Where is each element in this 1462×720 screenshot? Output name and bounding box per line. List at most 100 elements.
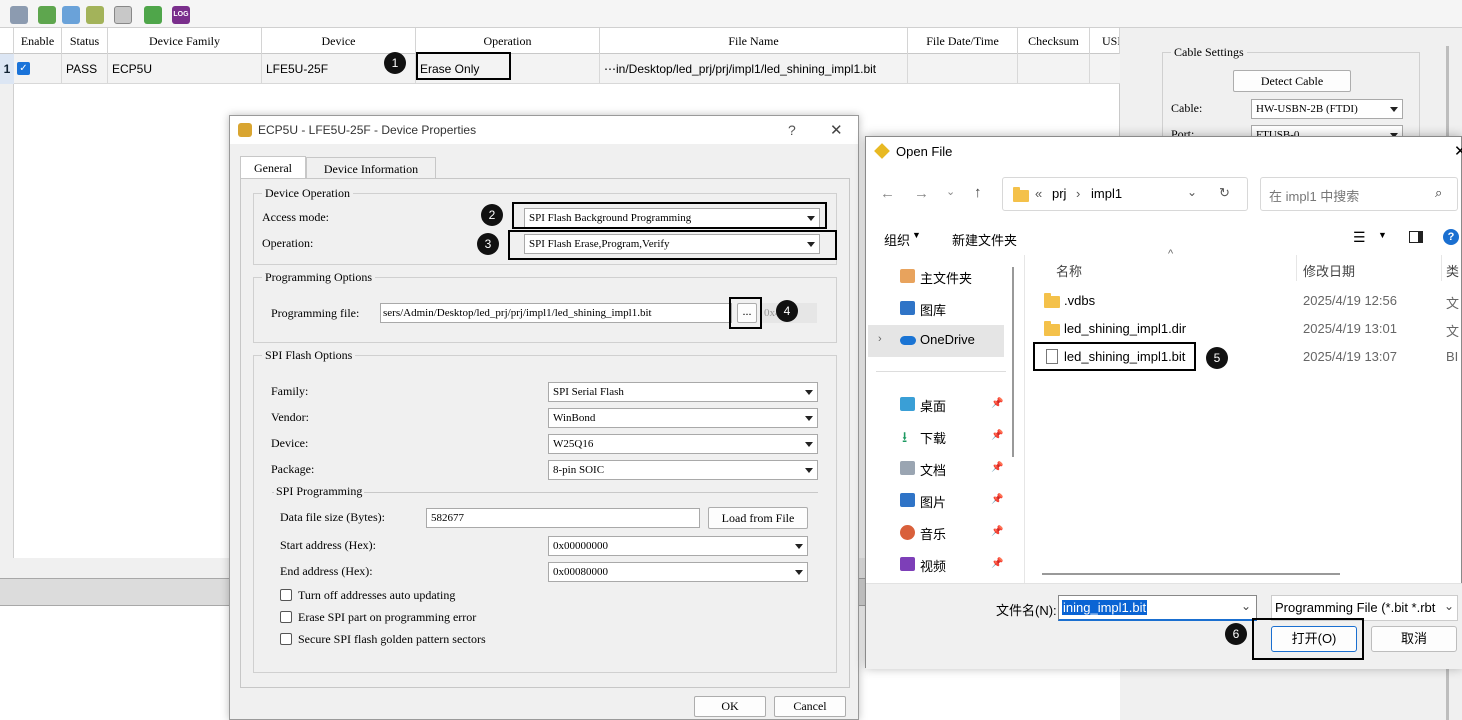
vendor-select[interactable]: WinBond [548, 408, 818, 428]
pin-icon: 📌 [991, 558, 1004, 569]
file-date: 2025/4/19 13:01 [1303, 321, 1397, 336]
nav-item-music[interactable]: 音乐 [920, 524, 946, 543]
preview-pane-icon[interactable] [1409, 231, 1423, 243]
status-cell: PASS [62, 54, 108, 84]
nav-item-downloads[interactable]: 下载 [920, 428, 946, 447]
cancel-button[interactable]: 取消 [1371, 626, 1457, 652]
breadcrumb-prj[interactable]: prj [1052, 186, 1066, 201]
detect-cable-button[interactable]: Detect Cable [1233, 70, 1351, 92]
col-file-name[interactable]: File Name [600, 28, 908, 54]
end-address-select[interactable]: 0x00080000 [548, 562, 808, 582]
dialog-titlebar[interactable]: ECP5U - LFE5U-25F - Device Properties ? … [230, 116, 858, 144]
enable-checkbox[interactable]: ✓ [17, 62, 30, 75]
nav-item-gallery[interactable]: 图库 [920, 300, 946, 319]
list-item[interactable]: .vdbs 2025/4/19 12:56 文 [1038, 287, 1462, 315]
refresh-icon[interactable]: ↻ [1219, 185, 1230, 201]
organize-button[interactable]: 组织 [884, 230, 910, 249]
list-item[interactable]: led_shining_impl1.dir 2025/4/19 13:01 文 [1038, 315, 1462, 343]
warning-icon[interactable] [114, 6, 132, 24]
col-device-family[interactable]: Device Family [108, 28, 262, 54]
chevron-down-icon[interactable]: ⌄ [1241, 599, 1251, 613]
vendor-value: WinBond [553, 412, 596, 424]
new-folder-button[interactable]: 新建文件夹 [952, 230, 1017, 249]
address-bar[interactable]: « prj › impl1 ⌄ ↻ [1002, 177, 1248, 211]
col-type[interactable]: 类 [1446, 261, 1459, 280]
load-from-file-button[interactable]: Load from File [708, 507, 808, 529]
col-use[interactable]: USE [1090, 28, 1120, 54]
ok-button[interactable]: OK [694, 696, 766, 717]
up-icon[interactable]: ↑ [974, 184, 982, 201]
col-enable[interactable]: Enable [14, 28, 62, 54]
col-date[interactable]: 修改日期 [1303, 261, 1355, 280]
nav-item-pictures[interactable]: 图片 [920, 492, 946, 511]
col-name[interactable]: 名称 [1056, 261, 1082, 280]
folder-icon [1044, 293, 1060, 308]
dialog-title: Open File [896, 144, 953, 159]
search-icon: ⌕ [1435, 185, 1443, 200]
step-badge-6: 6 [1225, 623, 1247, 645]
horizontal-scrollbar[interactable] [1042, 573, 1340, 575]
col-device[interactable]: Device [262, 28, 416, 54]
recent-chevron-icon[interactable]: ⌄ [946, 185, 955, 198]
log-icon[interactable]: LOG [172, 6, 190, 24]
filter-value: Programming File (*.bit *.rbt [1275, 600, 1436, 615]
help-icon[interactable]: ? [1443, 229, 1459, 245]
pictures-icon [900, 493, 915, 507]
download-icon[interactable] [144, 6, 162, 24]
nav-item-desktop[interactable]: 桌面 [920, 396, 946, 415]
programming-file-input[interactable]: sers/Admin/Desktop/led_prj/prj/impl1/led… [380, 303, 732, 323]
help-button[interactable]: ? [788, 122, 796, 138]
filename-input[interactable]: ining_impl1.bit ⌄ [1058, 595, 1257, 621]
nav-scrollbar[interactable] [1012, 267, 1014, 457]
data-file-size-input[interactable]: 582677 [426, 508, 700, 528]
tab-device-information[interactable]: Device Information [306, 157, 436, 179]
nav-item-documents[interactable]: 文档 [920, 460, 946, 479]
start-address-select[interactable]: 0x00000000 [548, 536, 808, 556]
pin-icon: 📌 [991, 526, 1004, 537]
home-icon [900, 269, 915, 283]
tab-general[interactable]: General [240, 156, 306, 179]
breadcrumb-impl1[interactable]: impl1 [1091, 186, 1122, 201]
col-operation[interactable]: Operation [416, 28, 600, 54]
forward-icon[interactable]: → [914, 185, 929, 202]
cable-value: HW-USBN-2B (FTDI) [1256, 103, 1358, 115]
enable-cell[interactable]: ✓ [14, 54, 62, 84]
breadcrumb-overflow[interactable]: « [1035, 186, 1042, 201]
cloud-icon [900, 336, 916, 345]
family-select[interactable]: SPI Serial Flash [548, 382, 818, 402]
golden-pattern-checkbox[interactable] [280, 633, 292, 645]
cancel-button[interactable]: Cancel [774, 696, 846, 717]
close-button[interactable]: ✕ [830, 121, 843, 139]
pin-icon: 📌 [991, 398, 1004, 409]
expand-chevron-icon[interactable]: › [878, 333, 882, 345]
nav-item-home[interactable]: 主文件夹 [920, 268, 972, 287]
row-header-strip [0, 84, 14, 558]
cable-label: Cable: [1171, 101, 1203, 115]
chip-icon [238, 123, 252, 137]
pin-icon: 📌 [991, 494, 1004, 505]
chevron-down-icon[interactable]: ⌄ [1187, 185, 1197, 199]
close-button[interactable]: ✕ [1454, 142, 1462, 160]
table-row[interactable]: 1 ✓ PASS ECP5U LFE5U-25F Erase Only ⋯in/… [0, 54, 1120, 84]
device-select[interactable]: W25Q16 [548, 434, 818, 454]
program-icon[interactable] [38, 6, 56, 24]
device-icon[interactable] [62, 6, 80, 24]
auto-update-checkbox[interactable] [280, 589, 292, 601]
nav-item-onedrive[interactable]: OneDrive [920, 332, 975, 347]
package-select[interactable]: 8-pin SOIC [548, 460, 818, 480]
file-name-cell[interactable]: ⋯in/Desktop/led_prj/prj/impl1/led_shinin… [600, 54, 908, 84]
search-box[interactable]: 在 impl1 中搜索 ⌕ [1260, 177, 1458, 211]
settings-icon[interactable] [86, 6, 104, 24]
pane-divider[interactable] [1024, 255, 1025, 585]
cable-select[interactable]: HW-USBN-2B (FTDI) [1251, 99, 1403, 119]
nav-item-videos[interactable]: 视频 [920, 556, 946, 575]
scan-icon[interactable] [10, 6, 28, 24]
erase-on-error-label: Erase SPI part on programming error [298, 610, 477, 624]
col-checksum[interactable]: Checksum [1018, 28, 1090, 54]
data-file-size-label: Data file size (Bytes): [280, 510, 385, 524]
col-status[interactable]: Status [62, 28, 108, 54]
back-icon[interactable]: ← [880, 185, 895, 202]
erase-on-error-checkbox[interactable] [280, 611, 292, 623]
col-file-date[interactable]: File Date/Time [908, 28, 1018, 54]
view-menu-icon[interactable]: ☰ [1353, 229, 1366, 246]
